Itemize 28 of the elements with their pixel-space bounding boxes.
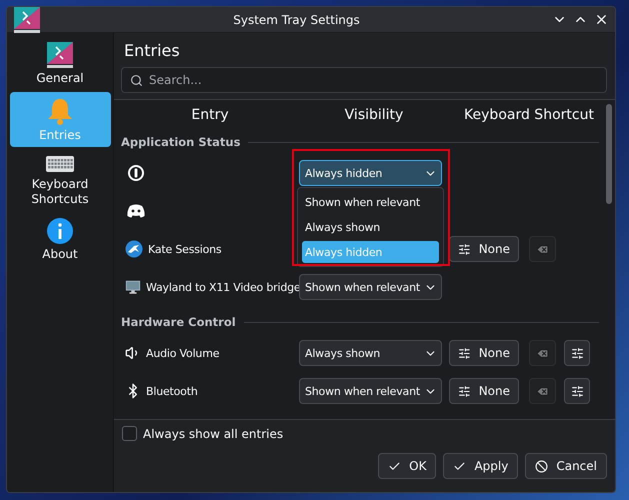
window-title: System Tray Settings [232,12,361,26]
page-heading: Entries [123,40,181,62]
section-title: Hardware Control [121,315,236,329]
shortcut-button[interactable]: None [449,340,519,366]
sidebar-item[interactable]: About [10,213,110,266]
sidebar-item[interactable]: Keyboard Shortcuts [10,149,110,211]
visibility-dropdown[interactable]: Shown when relevant [299,274,442,300]
search-field[interactable]: Search... [121,67,607,93]
visibility-dropdown[interactable]: Shown when relevant [299,378,442,404]
entry-name: Audio Volume [146,346,220,360]
visibility-dropdown[interactable]: Always hidden [299,160,442,186]
entry-name: Kate Sessions [148,242,222,256]
dialog-button[interactable]: OK [378,453,436,479]
dialog-button[interactable]: Apply [443,453,518,479]
column-header: Visibility [344,107,404,123]
column-header: Keyboard Shortcut [463,107,595,123]
column-header: Entry [190,107,230,123]
section-title: Application Status [121,135,240,149]
entry-name: Wayland to X11 Video bridge [146,280,300,294]
sidebar-item[interactable]: General [10,37,110,90]
shortcut-button[interactable]: None [449,378,519,404]
dropdown-option[interactable]: Always shown [302,216,439,238]
dialog-button[interactable]: Cancel [525,453,607,479]
visibility-dropdown[interactable]: Always shown [299,340,442,366]
shortcut-button[interactable]: None [449,236,519,262]
dropdown-option[interactable]: Shown when relevant [302,191,439,213]
always-show-checkbox[interactable]: Always show all entries [122,426,607,441]
entry-name: Bluetooth [146,384,198,398]
